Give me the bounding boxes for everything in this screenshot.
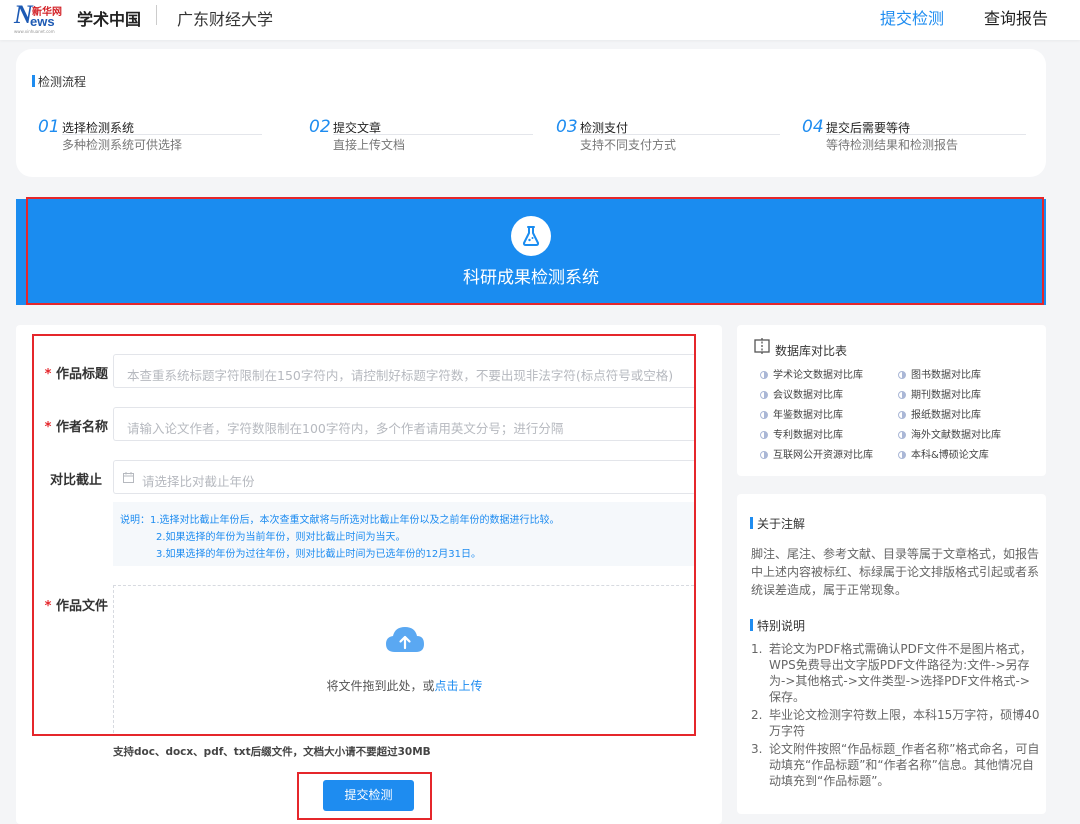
submit-highlight-box [297, 772, 432, 820]
process-card: 检测流程 01 选择检测系统 多种检测系统可供选择 02 提交文章 直接上传文档… [16, 49, 1046, 177]
db-dot-icon [898, 411, 906, 419]
list-item: 3. 论文附件按照“作品标题_作者名称”格式命名，可自动填充“作品标题”和“作者名… [751, 742, 1040, 788]
database-card: 数据库对比表 学术论文数据对比库 图书数据对比库 会议数据对比库 期刊数据对比库… [737, 325, 1046, 476]
db-item: 年鉴数据对比库 [760, 406, 843, 421]
nav-query-report[interactable]: 查询报告 [984, 5, 1048, 29]
step-divider [826, 134, 1026, 135]
db-dot-icon [760, 371, 768, 379]
step-number: 03 [556, 117, 578, 137]
xinhua-news-logo[interactable]: N 新华网 ews www.xinhuanet.com [14, 2, 62, 35]
list-item: 1. 若论文为PDF格式需确认PDF文件不是图片格式，WPS免费导出文字版PDF文… [751, 642, 1032, 704]
db-item: 报纸数据对比库 [898, 406, 981, 421]
db-dot-icon [898, 451, 906, 459]
step-desc: 多种检测系统可供选择 [62, 138, 183, 152]
step-number: 04 [802, 117, 824, 137]
db-item: 海外文献数据对比库 [898, 426, 1001, 441]
top-header: N 新华网 ews www.xinhuanet.com 学术中国 广东财经大学 … [0, 0, 1080, 40]
db-dot-icon [760, 391, 768, 399]
db-dot-icon [898, 431, 906, 439]
notes-card: 关于注解 脚注、尾注、参考文献、目录等属于文章格式，如报告中上述内容被标红、标绿… [737, 494, 1046, 814]
process-title: 检测流程 [31, 75, 87, 89]
step-number: 02 [309, 117, 331, 137]
brand-name: 学术中国 [77, 10, 142, 29]
db-item: 学术论文数据对比库 [760, 366, 863, 381]
nav-submit-check[interactable]: 提交检测 [880, 5, 944, 29]
db-dot-icon [760, 451, 768, 459]
db-dot-icon [760, 411, 768, 419]
file-format-hint: 支持doc、docx、pdf、txt后缀文件，文档大小请不要超过30MB [113, 746, 431, 758]
db-item: 本科&博硕论文库 [898, 446, 989, 461]
db-dot-icon [898, 391, 906, 399]
db-item: 期刊数据对比库 [898, 386, 981, 401]
step-divider [62, 134, 262, 135]
step-number: 01 [38, 117, 60, 137]
school-name: 广东财经大学 [177, 10, 274, 29]
db-dot-icon [898, 371, 906, 379]
header-divider [156, 5, 157, 25]
step-divider [333, 134, 533, 135]
logo-ews-text: ews [30, 14, 55, 29]
database-title: 数据库对比表 [775, 344, 848, 358]
banner-highlight-box [26, 197, 1044, 305]
form-highlight-box [32, 334, 696, 736]
special-heading: 特别说明 [749, 619, 806, 633]
db-item: 图书数据对比库 [898, 366, 981, 381]
db-item: 互联网公开资源对比库 [760, 446, 873, 461]
special-list: 1. 若论文为PDF格式需确认PDF文件不是图片格式，WPS免费导出文字版PDF文… [751, 641, 1041, 791]
step-desc: 等待检测结果和检测报告 [826, 138, 959, 152]
step-desc: 支持不同支付方式 [580, 138, 677, 152]
annotation-text: 脚注、尾注、参考文献、目录等属于文章格式，如报告中上述内容被标红、标绿属于论文排… [751, 547, 1040, 597]
db-dot-icon [760, 431, 768, 439]
compare-icon [754, 338, 770, 354]
annotation-heading: 关于注解 [749, 517, 806, 531]
db-item: 会议数据对比库 [760, 386, 843, 401]
step-divider [580, 134, 780, 135]
db-item: 专利数据对比库 [760, 426, 843, 441]
logo-url-text: www.xinhuanet.com [14, 29, 55, 34]
step-desc: 直接上传文档 [333, 138, 406, 152]
list-item: 2. 毕业论文检测字符数上限，本科15万字符，硕博40万字符 [751, 708, 1040, 738]
